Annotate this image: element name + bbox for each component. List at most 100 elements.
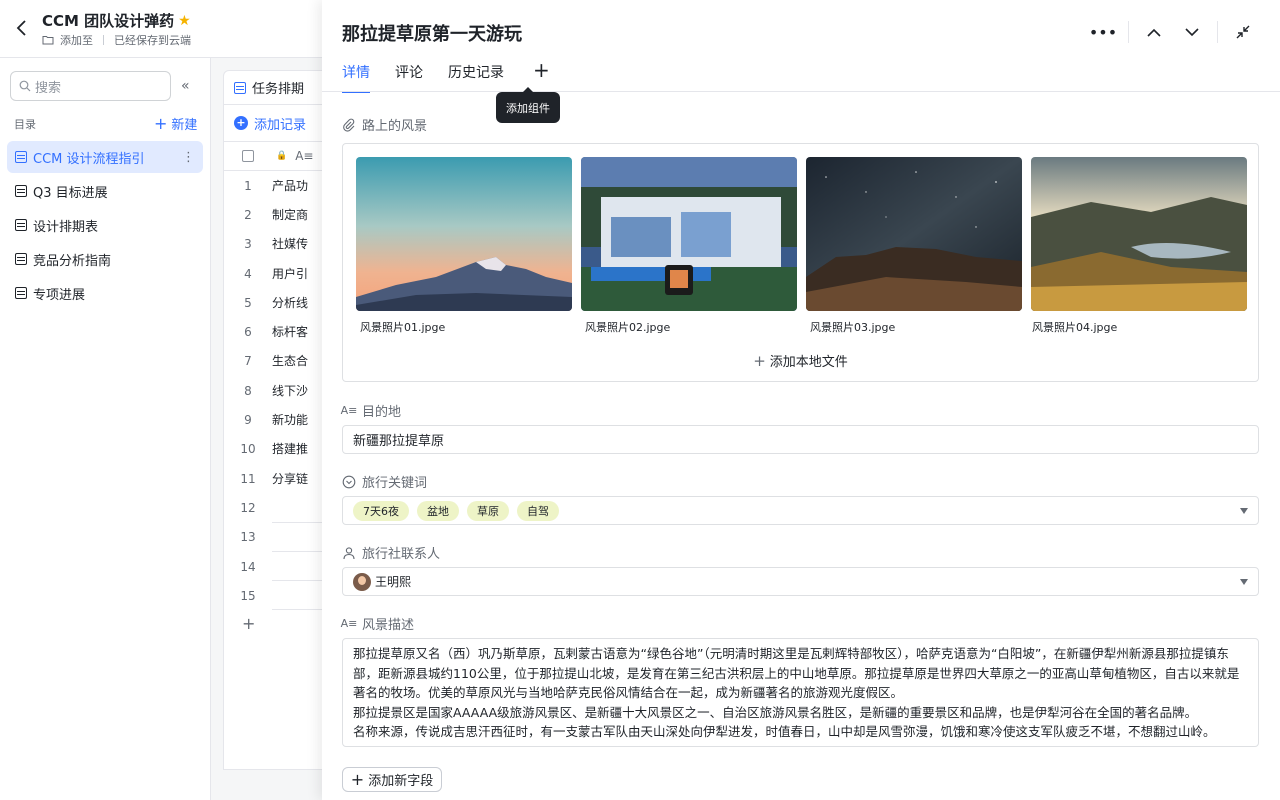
contact-select[interactable]: 王明熙 xyxy=(342,567,1259,596)
dropdown-arrow-icon[interactable] xyxy=(1240,508,1248,514)
sidebar-item-competitor-guide[interactable]: 竞品分析指南 xyxy=(7,243,203,275)
description-textarea[interactable]: 那拉提草原又名（西）巩乃斯草原，瓦剌蒙古语意为“绿色谷地”（元明清时期这里是瓦剌… xyxy=(342,638,1259,747)
table-row[interactable]: 8 线下沙 xyxy=(224,376,332,405)
panel-tabs: 详情 评论 历史记录 + xyxy=(342,60,550,93)
row-title-cell[interactable]: 产品功 xyxy=(272,177,322,195)
add-component-icon[interactable]: + xyxy=(533,60,550,92)
table-row[interactable]: 9 新功能 xyxy=(224,405,332,434)
table-area: 任务排期 + 添加记录 🔒 A≡ 1 产品功 2 制定商 3 社媒传 4 用户引 5 分析线 6 标杆… xyxy=(211,58,333,800)
table-icon xyxy=(15,151,27,163)
destination-label: 目的地 xyxy=(362,405,402,420)
table-row[interactable]: 14 xyxy=(224,552,332,582)
table-row[interactable]: 10 搭建推 xyxy=(224,435,332,464)
contact-name: 王明熙 xyxy=(375,575,412,589)
actions-divider xyxy=(1217,21,1218,43)
save-status: 已经保存到云端 xyxy=(114,34,191,47)
doc-title[interactable]: CCM 团队设计弹药 xyxy=(42,10,174,31)
keywords-select[interactable]: 7天6夜 盆地 草原 自驾 xyxy=(342,496,1259,525)
text-field-icon: A≡ xyxy=(340,617,358,630)
tab-history[interactable]: 历史记录 xyxy=(448,62,504,92)
table-row[interactable]: 4 用户引 xyxy=(224,259,332,288)
back-arrow-icon[interactable] xyxy=(12,18,32,38)
add-local-file-button[interactable]: + 添加本地文件 xyxy=(343,351,1258,370)
photo-thumbnail[interactable] xyxy=(581,157,797,311)
table-row[interactable]: 15 xyxy=(224,581,332,611)
dropdown-arrow-icon[interactable] xyxy=(1240,579,1248,585)
row-title-cell[interactable] xyxy=(272,493,322,523)
doc-title-row: CCM 团队设计弹药 ★ xyxy=(42,10,191,31)
table-row[interactable]: 2 制定商 xyxy=(224,200,332,229)
row-title-cell[interactable]: 搭建推 xyxy=(272,440,322,458)
table-row[interactable]: 6 标杆客 xyxy=(224,317,332,346)
tab-details[interactable]: 详情 xyxy=(342,62,370,93)
sidebar-item-special-progress[interactable]: 专项进展 xyxy=(7,277,203,309)
sidebar-item-label: 竞品分析指南 xyxy=(33,253,112,269)
table-row[interactable]: 13 xyxy=(224,523,332,552)
add-record-button[interactable]: + 添加记录 xyxy=(224,105,332,141)
table-row[interactable]: 11 分享链 xyxy=(224,464,332,493)
row-title-cell[interactable]: 线下沙 xyxy=(272,382,322,400)
row-title-cell[interactable] xyxy=(272,581,322,611)
row-number: 4 xyxy=(244,266,252,281)
row-title-cell[interactable]: 分享链 xyxy=(272,470,322,488)
star-icon[interactable]: ★ xyxy=(178,13,191,29)
chevron-up-icon[interactable] xyxy=(1135,20,1173,44)
keyword-tag: 盆地 xyxy=(417,500,459,521)
field-label-description: A≡ 风景描述 xyxy=(340,614,414,633)
row-number: 10 xyxy=(240,442,256,457)
collapse-panel-icon[interactable] xyxy=(1224,20,1262,44)
add-to-link[interactable]: 添加至 xyxy=(60,32,93,48)
row-title-cell[interactable] xyxy=(272,552,322,582)
chevron-down-icon[interactable] xyxy=(1173,20,1211,44)
photo-thumbnail[interactable] xyxy=(356,157,572,311)
row-title-cell[interactable]: 标杆客 xyxy=(272,323,322,341)
sidebar-item-label: Q3 目标进展 xyxy=(33,185,108,201)
table-row[interactable]: 5 分析线 xyxy=(224,288,332,317)
collapse-sidebar-icon[interactable]: « xyxy=(181,78,190,94)
table-icon xyxy=(15,253,27,265)
row-title-cell[interactable]: 社媒传 xyxy=(272,235,322,253)
attachment-field: 风景照片01.jpge 风景照片02.jpge 风景照片03.jpge 风景照片… xyxy=(342,143,1259,382)
search-input[interactable]: 搜索 xyxy=(10,71,171,101)
sidebar-item-design-schedule[interactable]: 设计排期表 xyxy=(7,209,203,241)
add-row-icon[interactable]: + xyxy=(224,614,332,633)
table-card: 任务排期 + 添加记录 🔒 A≡ 1 产品功 2 制定商 3 社媒传 4 用户引 5 分析线 6 标杆… xyxy=(223,70,333,770)
tab-comments[interactable]: 评论 xyxy=(395,62,423,92)
new-button[interactable]: + 新建 xyxy=(154,114,198,134)
description-paragraph: 那拉提草原又名（西）巩乃斯草原，瓦剌蒙古语意为“绿色谷地”（元明清时期这里是瓦剌… xyxy=(353,646,1240,700)
tab-task-schedule[interactable]: 任务排期 xyxy=(224,71,332,105)
record-title[interactable]: 那拉提草原第一天游玩 xyxy=(342,20,522,46)
keywords-label: 旅行关键词 xyxy=(362,476,428,491)
row-title-cell[interactable]: 分析线 xyxy=(272,294,322,312)
table-row[interactable]: 12 xyxy=(224,493,332,523)
photo-thumbnail[interactable] xyxy=(1031,157,1247,311)
table-row[interactable]: 1 产品功 xyxy=(224,171,332,200)
row-title-cell[interactable]: 新功能 xyxy=(272,411,322,429)
row-title-cell[interactable]: 用户引 xyxy=(272,265,322,283)
keyword-tag: 7天6夜 xyxy=(353,500,409,521)
row-number: 11 xyxy=(240,471,256,486)
row-title-cell[interactable]: 生态合 xyxy=(272,352,322,370)
table-icon xyxy=(15,185,27,197)
row-number: 12 xyxy=(240,500,256,515)
sidebar-item-ccm-design-guide[interactable]: CCM 设计流程指引 ⋮ xyxy=(7,141,203,173)
row-number: 8 xyxy=(244,383,252,398)
new-button-label: 新建 xyxy=(171,118,198,133)
table-row[interactable]: 3 社媒传 xyxy=(224,230,332,259)
more-horizontal-icon[interactable]: ••• xyxy=(1084,20,1122,44)
destination-input[interactable]: 新疆那拉提草原 xyxy=(342,425,1259,454)
row-title-cell[interactable]: 制定商 xyxy=(272,206,322,224)
file-name: 风景照片02.jpge xyxy=(585,321,671,334)
field-label-contact: 旅行社联系人 xyxy=(342,543,440,562)
table-row[interactable]: 7 生态合 xyxy=(224,347,332,376)
add-new-field-button[interactable]: + 添加新字段 xyxy=(342,767,442,792)
more-vertical-icon[interactable]: ⋮ xyxy=(182,150,195,165)
select-all-checkbox[interactable] xyxy=(242,150,254,162)
plus-icon: + xyxy=(753,352,766,370)
row-title-cell[interactable] xyxy=(272,523,322,552)
sidebar-item-q3-goals[interactable]: Q3 目标进展 xyxy=(7,175,203,207)
plus-icon: + xyxy=(154,114,168,133)
table-header-row: 🔒 A≡ xyxy=(224,141,332,171)
row-number: 1 xyxy=(244,178,252,193)
photo-thumbnail[interactable] xyxy=(806,157,1022,311)
